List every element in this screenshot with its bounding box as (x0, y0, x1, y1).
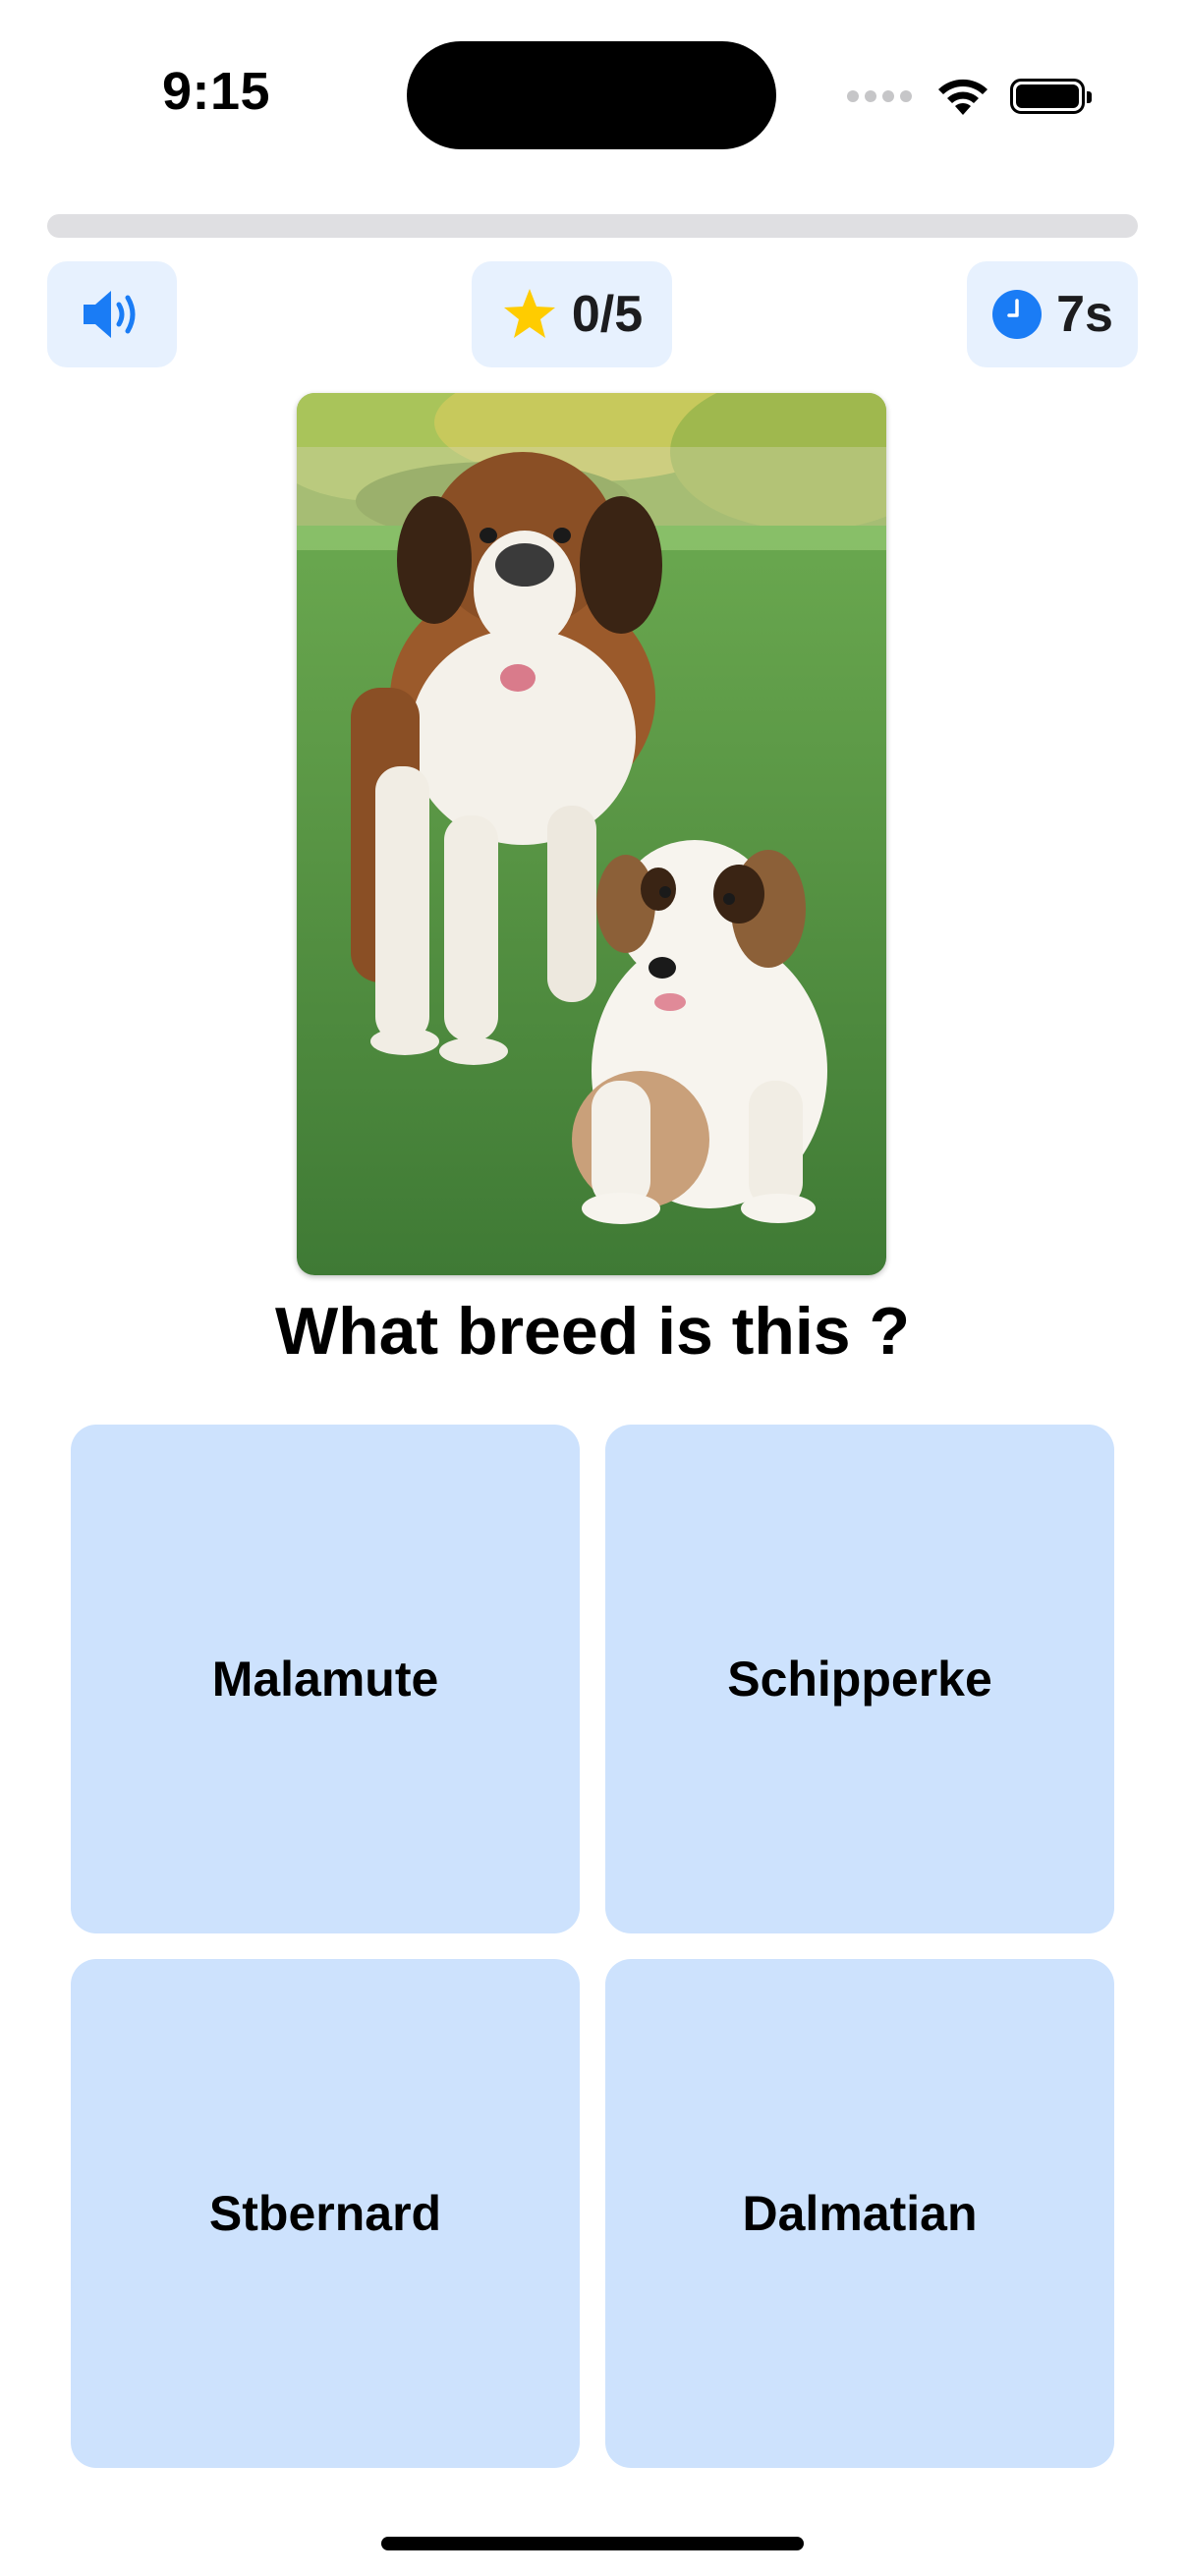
dynamic-island (407, 41, 776, 149)
score-badge: 0/5 (472, 261, 672, 367)
clock-icon (991, 289, 1043, 340)
answer-button-3[interactable]: Stbernard (71, 1959, 580, 2468)
timer-value: 7s (1056, 286, 1113, 343)
status-time: 9:15 (161, 62, 271, 121)
dog-photo (297, 393, 886, 1275)
answer-button-2[interactable]: Schipperke (605, 1425, 1114, 1933)
cellular-signal-icon (847, 90, 912, 102)
score-value: 0/5 (571, 286, 644, 343)
wifi-icon (938, 79, 988, 115)
timer-badge: 7s (967, 261, 1138, 367)
battery-icon (1010, 79, 1092, 114)
answer-button-1[interactable]: Malamute (71, 1425, 580, 1933)
home-indicator (381, 2537, 804, 2550)
status-indicators (847, 73, 1092, 120)
answer-button-4[interactable]: Dalmatian (605, 1959, 1114, 2468)
speaker-wave-icon (78, 285, 146, 344)
question-text: What breed is this ? (274, 1294, 911, 1369)
quiz-progress-bar (47, 214, 1138, 238)
sound-toggle-button[interactable] (47, 261, 177, 367)
star-icon (501, 286, 558, 343)
